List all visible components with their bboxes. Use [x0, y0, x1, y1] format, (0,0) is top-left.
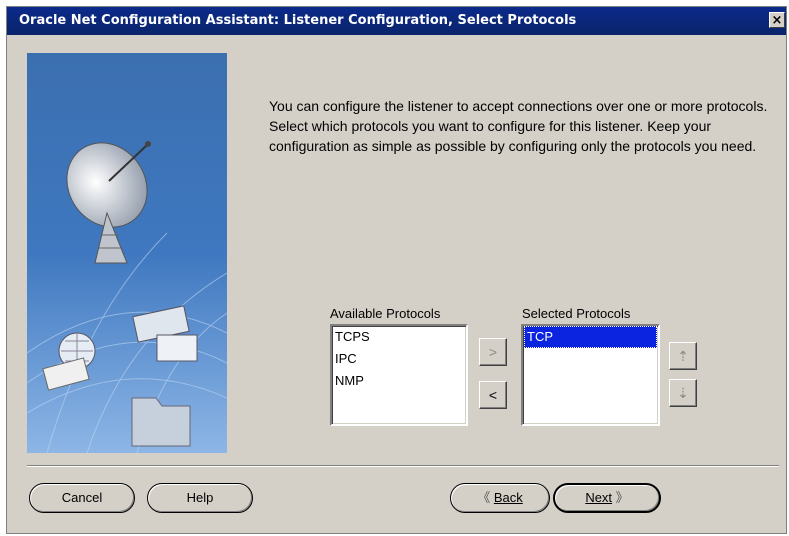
- footer-separator: [27, 465, 779, 467]
- title-bar: Oracle Net Configuration Assistant: List…: [7, 7, 786, 35]
- satellite-network-illustration: [27, 53, 227, 453]
- move-up-icon: ⇡: [677, 348, 689, 364]
- remove-protocol-button[interactable]: <: [479, 381, 507, 409]
- list-item[interactable]: NMP: [332, 370, 466, 392]
- selected-protocols-label: Selected Protocols: [522, 306, 631, 321]
- wizard-side-image: [27, 53, 227, 453]
- next-label: Next: [585, 490, 613, 505]
- cancel-button[interactable]: Cancel: [29, 483, 135, 513]
- dialog-window: Oracle Net Configuration Assistant: List…: [6, 6, 787, 534]
- list-item[interactable]: TCPS: [332, 326, 466, 348]
- available-protocols-label: Available Protocols: [330, 306, 441, 321]
- back-label: Back: [493, 490, 523, 505]
- add-protocol-button[interactable]: >: [479, 338, 507, 366]
- next-button[interactable]: Next 》: [553, 483, 661, 513]
- available-protocols-list[interactable]: TCPS IPC NMP: [330, 324, 468, 426]
- close-icon: ×: [771, 13, 783, 28]
- move-down-button[interactable]: ⇣: [669, 379, 697, 407]
- chevron-left-icon: <: [488, 387, 498, 403]
- back-button[interactable]: 《 Back: [450, 483, 550, 513]
- selected-protocols-list[interactable]: TCP: [521, 324, 660, 426]
- list-item[interactable]: TCP: [524, 326, 657, 348]
- window-title: Oracle Net Configuration Assistant: List…: [19, 13, 577, 28]
- chevron-right-icon: >: [488, 344, 498, 360]
- back-arrow-icon: 《: [477, 490, 491, 505]
- move-up-button[interactable]: ⇡: [669, 342, 697, 370]
- next-arrow-icon: 》: [615, 490, 629, 505]
- move-down-icon: ⇣: [677, 385, 689, 401]
- instructions-text: You can configure the listener to accept…: [269, 98, 768, 154]
- close-button[interactable]: ×: [769, 12, 785, 28]
- list-item[interactable]: IPC: [332, 348, 466, 370]
- help-button[interactable]: Help: [147, 483, 253, 513]
